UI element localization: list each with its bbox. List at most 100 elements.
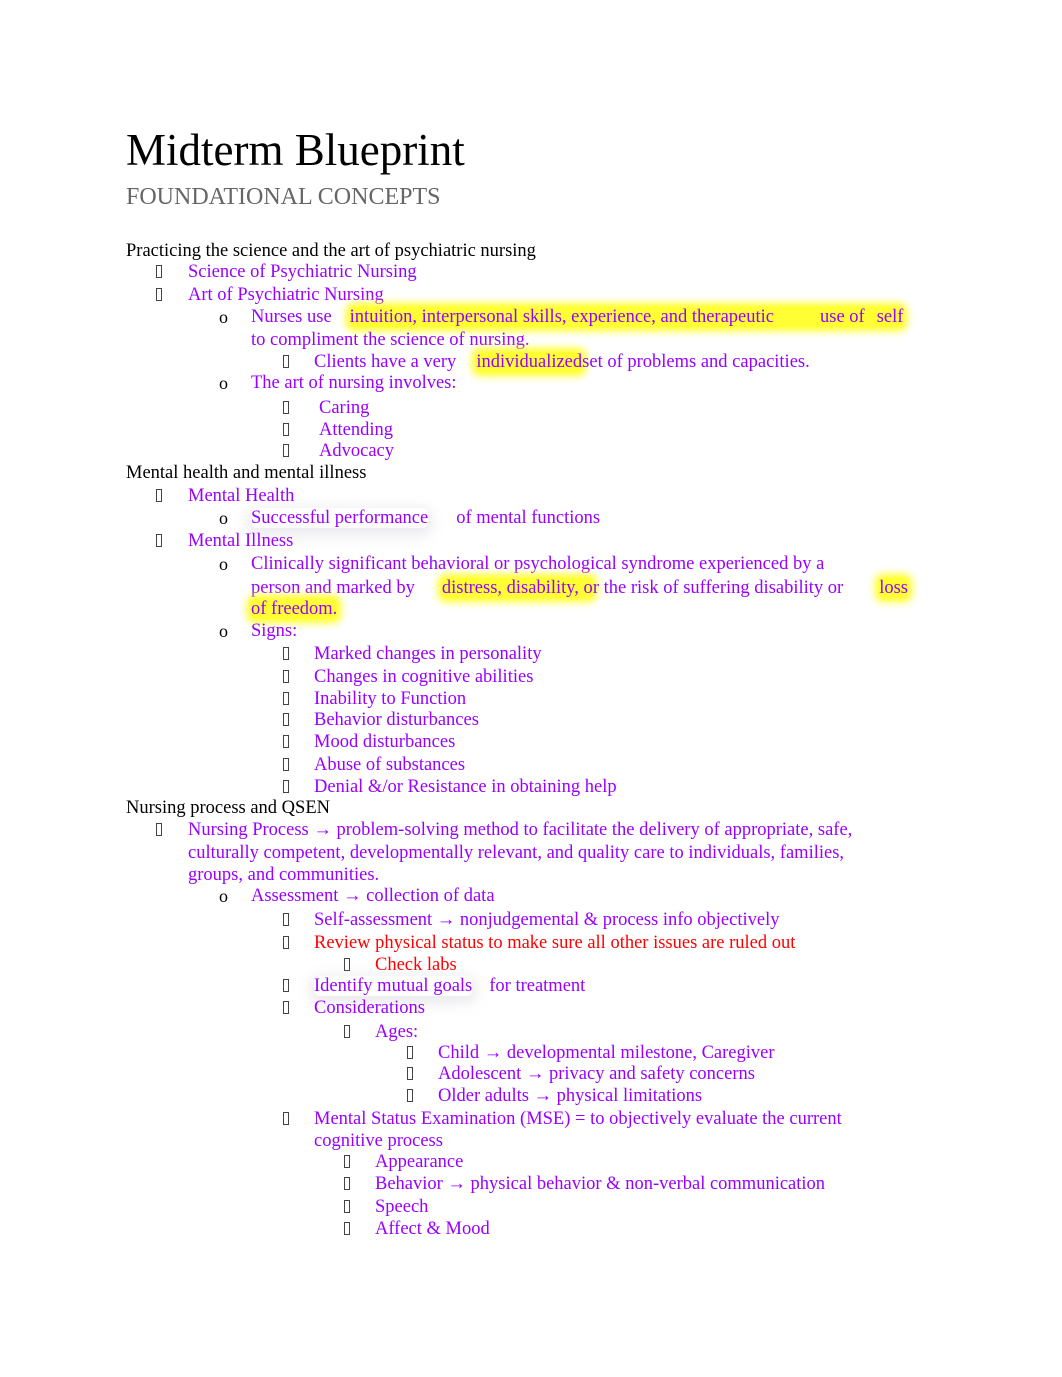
list-item: Advocacy [319, 441, 394, 461]
list-item-continued: to compliment the science of nursing. [251, 330, 530, 350]
bullet-icon [283, 401, 289, 414]
text: Nurses use [251, 307, 332, 327]
bullet-icon [156, 823, 162, 836]
list-item: Clients have a very individualizedset of … [314, 351, 810, 373]
list-item-continued: culturally competent, developmentally re… [188, 843, 845, 863]
circle-bullet-icon: o [219, 508, 228, 528]
bullet-icon [407, 1067, 413, 1080]
list-item: Mental Illness [188, 531, 294, 551]
list-item: Child → developmental milestone, Caregiv… [438, 1043, 775, 1063]
bullet-icon [344, 1177, 350, 1190]
bullet-icon [407, 1089, 413, 1102]
list-item: Nursing Process → problem-solving method… [188, 820, 853, 840]
list-item: Caring [319, 398, 370, 418]
text: for treatment [489, 976, 586, 996]
list-item: Considerations [314, 998, 425, 1018]
bullet-icon [156, 534, 162, 547]
bullet-icon [283, 670, 289, 683]
list-item: Review physical status to make sure all … [314, 933, 796, 953]
bullet-icon [283, 913, 289, 926]
bullet-icon [283, 1112, 289, 1125]
list-item: Abuse of substances [314, 755, 466, 775]
bullet-icon [283, 423, 289, 436]
document-subtitle: FOUNDATIONAL CONCEPTS [126, 184, 441, 210]
list-item: Affect & Mood [375, 1219, 490, 1239]
list-item: Inability to Function [314, 689, 467, 709]
text: Successful performance [251, 508, 429, 528]
list-item: Self-assessment → nonjudgemental & proce… [314, 910, 780, 930]
list-item: Clinically significant behavioral or psy… [251, 554, 825, 574]
circle-bullet-icon: o [219, 307, 228, 327]
list-item: Adolescent → privacy and safety concerns [438, 1064, 755, 1084]
bullet-icon [283, 758, 289, 771]
list-item: Mental Health [188, 486, 295, 506]
highlighted-text: loss [879, 578, 909, 598]
bullet-icon [283, 355, 289, 368]
bullet-icon [283, 979, 289, 992]
circle-bullet-icon: o [219, 554, 228, 574]
bullet-icon [283, 735, 289, 748]
section-heading: Nursing process and QSEN [126, 798, 330, 818]
document-page: Midterm Blueprint FOUNDATIONAL CONCEPTS … [0, 0, 1062, 1377]
circle-bullet-icon: o [219, 886, 228, 906]
list-item: Successful performance of mental function… [251, 507, 600, 529]
circle-bullet-icon: o [219, 621, 228, 641]
bullet-icon [344, 958, 350, 971]
text: Identify mutual goals [314, 976, 473, 996]
list-item: Check labs [375, 955, 457, 975]
text: set of problems and capacities. [582, 352, 810, 372]
bullet-icon [156, 288, 162, 301]
circle-bullet-icon: o [219, 373, 228, 393]
highlighted-text: of freedom. [251, 599, 338, 619]
list-item: Older adults → physical limitations [438, 1086, 703, 1106]
highlighted-text: distress, disability, o [441, 578, 593, 598]
list-item-continued: groups, and communities. [188, 865, 380, 885]
bullet-icon [283, 1001, 289, 1014]
list-item: Identify mutual goals for treatment [314, 975, 585, 997]
list-item: The art of nursing involves: [251, 373, 457, 393]
list-item: Speech [375, 1197, 429, 1217]
bullet-icon [344, 1200, 350, 1213]
list-item: Attending [319, 420, 393, 440]
text: use of [820, 307, 865, 327]
bullet-icon [283, 444, 289, 457]
text: of mental functions [456, 508, 601, 528]
list-item: Mental Status Examination (MSE) = to obj… [314, 1109, 842, 1129]
list-item: Ages: [375, 1022, 419, 1042]
list-item: Denial &/or Resistance in obtaining help [314, 777, 617, 797]
list-item-continued: of freedom. [251, 598, 338, 620]
list-item: Art of Psychiatric Nursing [188, 285, 384, 305]
list-item: Appearance [375, 1152, 464, 1172]
text: intuition, interpersonal skills, experie… [349, 307, 775, 327]
list-item-continued: cognitive process [314, 1131, 443, 1151]
list-item: Behavior disturbances [314, 710, 479, 730]
text: r the risk of suffering disability or [592, 578, 844, 598]
list-item: Changes in cognitive abilities [314, 667, 534, 687]
list-item: Nurses use intuition, interpersonal skill… [251, 306, 904, 328]
bullet-icon [283, 692, 289, 705]
highlighted-text: individualized [476, 352, 583, 372]
document-title: Midterm Blueprint [126, 125, 465, 175]
bullet-icon [283, 647, 289, 660]
text: Clients have a very [314, 352, 457, 372]
section-heading: Mental health and mental illness [126, 463, 367, 483]
bullet-icon [344, 1025, 350, 1038]
list-item: Mood disturbances [314, 732, 456, 752]
list-item: Science of Psychiatric Nursing [188, 262, 417, 282]
list-item: Assessment → collection of data [251, 886, 495, 906]
list-item: Behavior → physical behavior & non-verba… [375, 1174, 826, 1194]
list-item: Signs: [251, 621, 298, 641]
bullet-icon [283, 713, 289, 726]
bullet-icon [283, 780, 289, 793]
bullet-icon [283, 936, 289, 949]
text: self [876, 307, 904, 327]
section-heading: Practicing the science and the art of ps… [126, 241, 536, 261]
text: person and marked by [251, 578, 415, 598]
bullet-icon [156, 265, 162, 278]
highlighted-text: intuition, interpersonal skills, experie… [349, 307, 904, 327]
list-item-continued: person and marked by distress, disability… [251, 577, 909, 599]
bullet-icon [344, 1222, 350, 1235]
bullet-icon [156, 489, 162, 502]
bullet-icon [344, 1155, 350, 1168]
bullet-icon [407, 1046, 413, 1059]
